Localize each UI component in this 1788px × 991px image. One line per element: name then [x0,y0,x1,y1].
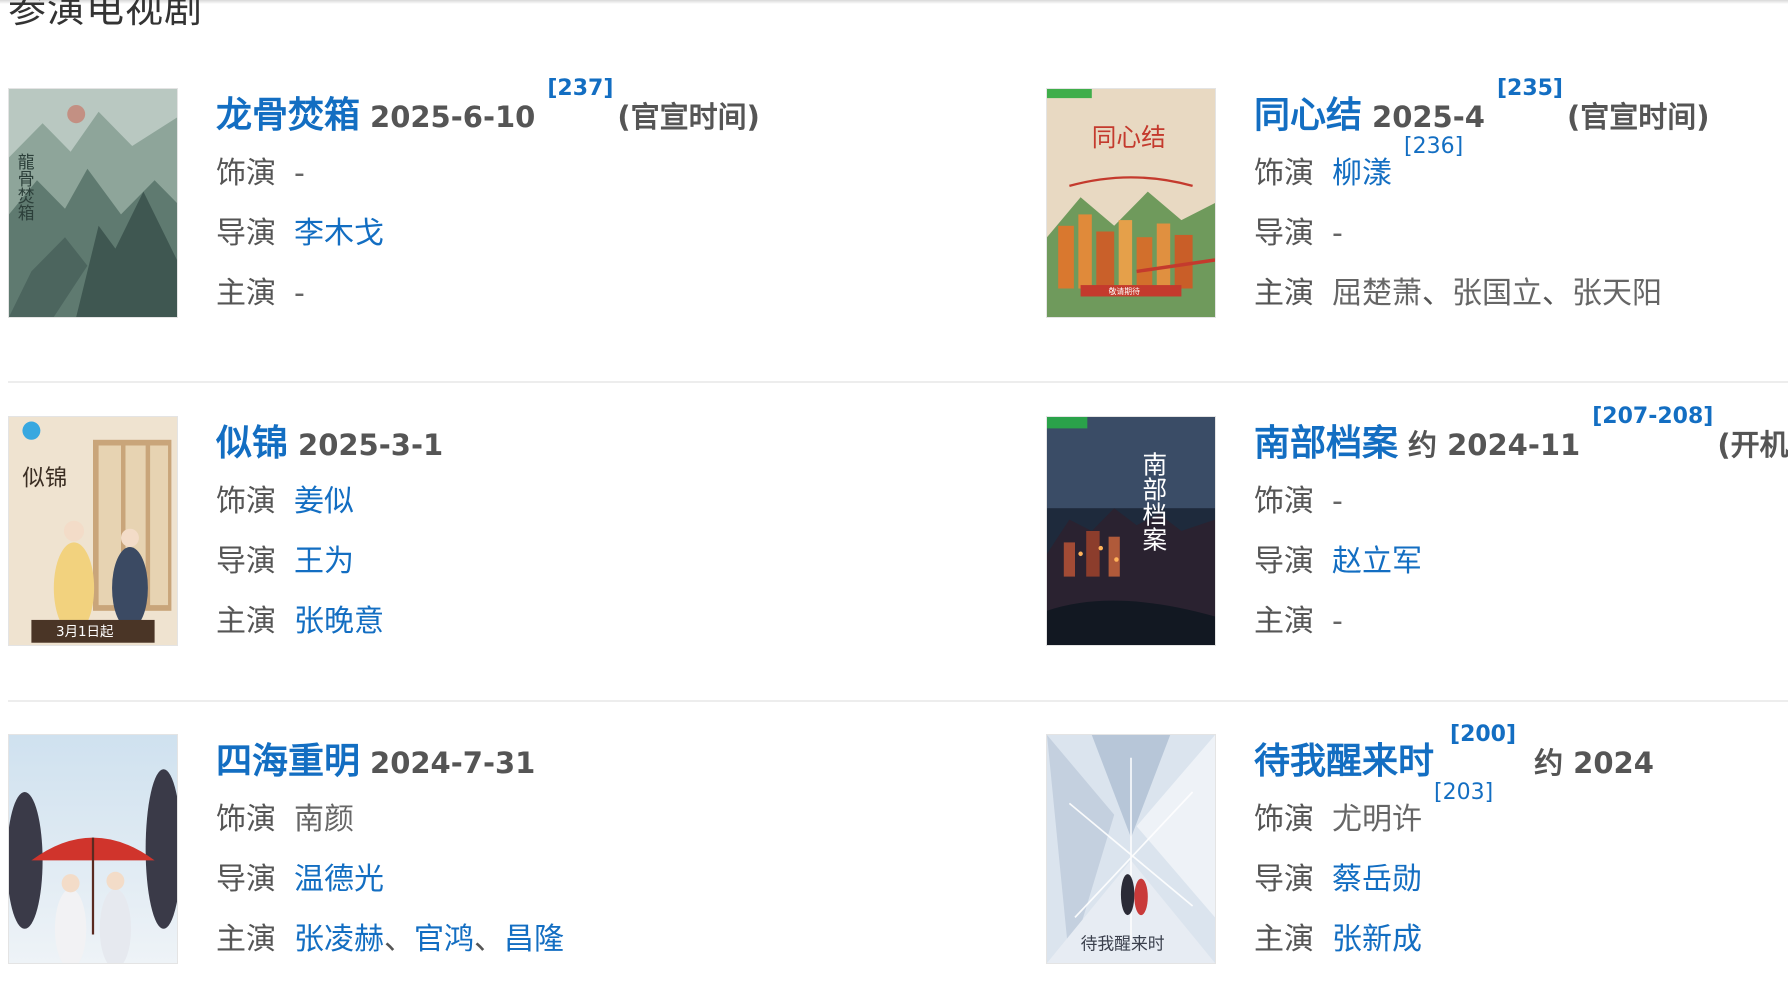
director-label: 导演 [216,862,276,897]
drama-date: 2025-6-10 [370,100,536,134]
drama-date: 2024-7-31 [370,746,536,780]
star-link[interactable]: 官鸿 [414,922,474,957]
star-value: 屈楚萧、张国立、张天阳 [1332,276,1662,311]
drama-title[interactable]: 龙骨焚箱 [216,95,360,136]
poster-image [9,735,177,963]
role-link[interactable]: 柳漾 [1332,156,1392,191]
citation-link[interactable]: [207-208] [1592,404,1713,429]
director-link[interactable]: 赵立军 [1332,544,1422,579]
star-label: 主演 [1254,604,1314,639]
poster-image: 龍骨焚箱 [9,89,177,317]
star-link[interactable]: 张晚意 [294,604,384,639]
star-label: 主演 [1254,922,1314,957]
poster-image: 似锦 3月1日起 [9,417,177,645]
director-label: 导演 [216,216,276,251]
star-label: 主演 [216,276,276,311]
star-list: 张凌赫、官鸿、昌隆 [294,922,564,957]
star-link[interactable]: 张新成 [1332,922,1422,957]
date-note: (官宣时间) [1567,100,1710,134]
role-label: 饰演 [216,802,276,837]
ink-landscape-poster[interactable]: 龍骨焚箱 [8,88,178,318]
svg-text:南部档案: 南部档案 [1139,451,1168,551]
director-link[interactable]: 温德光 [294,862,384,897]
drama-date: 2025-3-1 [298,428,444,462]
shattered-glass-poster[interactable]: 待我醒来时 [1046,734,1216,964]
drama-card: 南部档案 南部档案约 2024-11[207-208](开机) 饰演- 导演赵立… [1046,406,1788,656]
director-link[interactable]: 蔡岳勋 [1332,862,1422,897]
citation-link[interactable]: [203] [1434,780,1493,805]
section-title: 参演电视剧 [8,0,204,31]
drama-title[interactable]: 待我醒来时 [1254,741,1434,782]
star-link[interactable]: 昌隆 [504,922,564,957]
umbrella-couple-poster[interactable] [8,734,178,964]
drama-date: 约 2024-11 [1408,428,1581,462]
svg-text:3月1日起: 3月1日起 [56,624,114,640]
star-label: 主演 [216,604,276,639]
top-shadow-divider [0,0,1788,4]
drama-title[interactable]: 南部档案 [1254,423,1398,464]
drama-card: 似锦 3月1日起 似锦 2025-3-1 饰演 姜似 导演 王为 主演 张晚意 [8,416,888,656]
director-label: 导演 [1254,216,1314,251]
citation-link[interactable]: [236] [1404,134,1463,159]
costume-drama-poster[interactable]: 似锦 3月1日起 [8,416,178,646]
star-value: - [294,276,305,311]
director-link[interactable]: 李木戈 [294,216,384,251]
star-link[interactable]: 张凌赫 [294,922,384,957]
star-label: 主演 [1254,276,1314,311]
poster-image: 待我醒来时 [1047,735,1215,963]
role-label: 饰演 [1254,484,1314,519]
role-label: 饰演 [216,484,276,519]
row-divider [8,700,1788,702]
director-link[interactable]: 王为 [294,544,354,579]
date-note: (开机) [1717,428,1788,462]
night-town-poster[interactable]: 南部档案 [1046,416,1216,646]
row-divider [8,381,1788,383]
city-bridge-poster[interactable]: 同心结 敬请期待 [1046,88,1216,318]
svg-text:似锦: 似锦 [22,465,67,491]
drama-card: 同心结 敬请期待 同心结 2025-4[235](官宣时间) 饰演 柳漾[236] … [1046,78,1788,328]
drama-title[interactable]: 似锦 [216,423,288,464]
role-value: - [1332,484,1343,519]
svg-text:同心结: 同心结 [1092,123,1166,152]
director-label: 导演 [1254,544,1314,579]
citation-link[interactable]: [237] [547,76,613,101]
director-value: - [1332,216,1343,251]
page: 参演电视剧 龍骨焚箱 龙骨焚箱 2025-6-10[237](官宣时间) 饰演 - … [0,0,1788,991]
date-note: (官宣时间) [617,100,760,134]
poster-image: 同心结 敬请期待 [1047,89,1215,317]
drama-card: 待我醒来时 待我醒来时[200]约 2024 饰演 尤明许[203] 导演 蔡岳勋 … [1046,724,1788,974]
drama-title[interactable]: 四海重明 [216,741,360,782]
drama-card: 龍骨焚箱 龙骨焚箱 2025-6-10[237](官宣时间) 饰演 - 导演 李木戈 … [8,78,888,328]
svg-text:敬请期待: 敬请期待 [1109,286,1140,296]
drama-card: 四海重明 2024-7-31 饰演 南颜 导演 温德光 主演 张凌赫、官鸿、昌隆 [8,734,888,974]
drama-date: 2025-4 [1372,100,1485,134]
svg-text:待我醒来时: 待我醒来时 [1081,933,1165,953]
role-label: 饰演 [1254,156,1314,191]
director-label: 导演 [1254,862,1314,897]
role-value: - [294,156,305,191]
citation-link[interactable]: [200] [1450,722,1516,747]
drama-date: 约 2024 [1534,746,1654,780]
role-value: 南颜 [294,802,354,837]
role-value: 尤明许 [1332,802,1422,837]
star-value: - [1332,604,1343,639]
role-label: 饰演 [216,156,276,191]
director-label: 导演 [216,544,276,579]
role-link[interactable]: 姜似 [294,484,354,519]
poster-image: 南部档案 [1047,417,1215,645]
drama-title[interactable]: 同心结 [1254,95,1362,136]
citation-link[interactable]: [235] [1497,76,1563,101]
svg-text:龍骨焚箱: 龍骨焚箱 [15,153,35,221]
star-label: 主演 [216,922,276,957]
role-label: 饰演 [1254,802,1314,837]
